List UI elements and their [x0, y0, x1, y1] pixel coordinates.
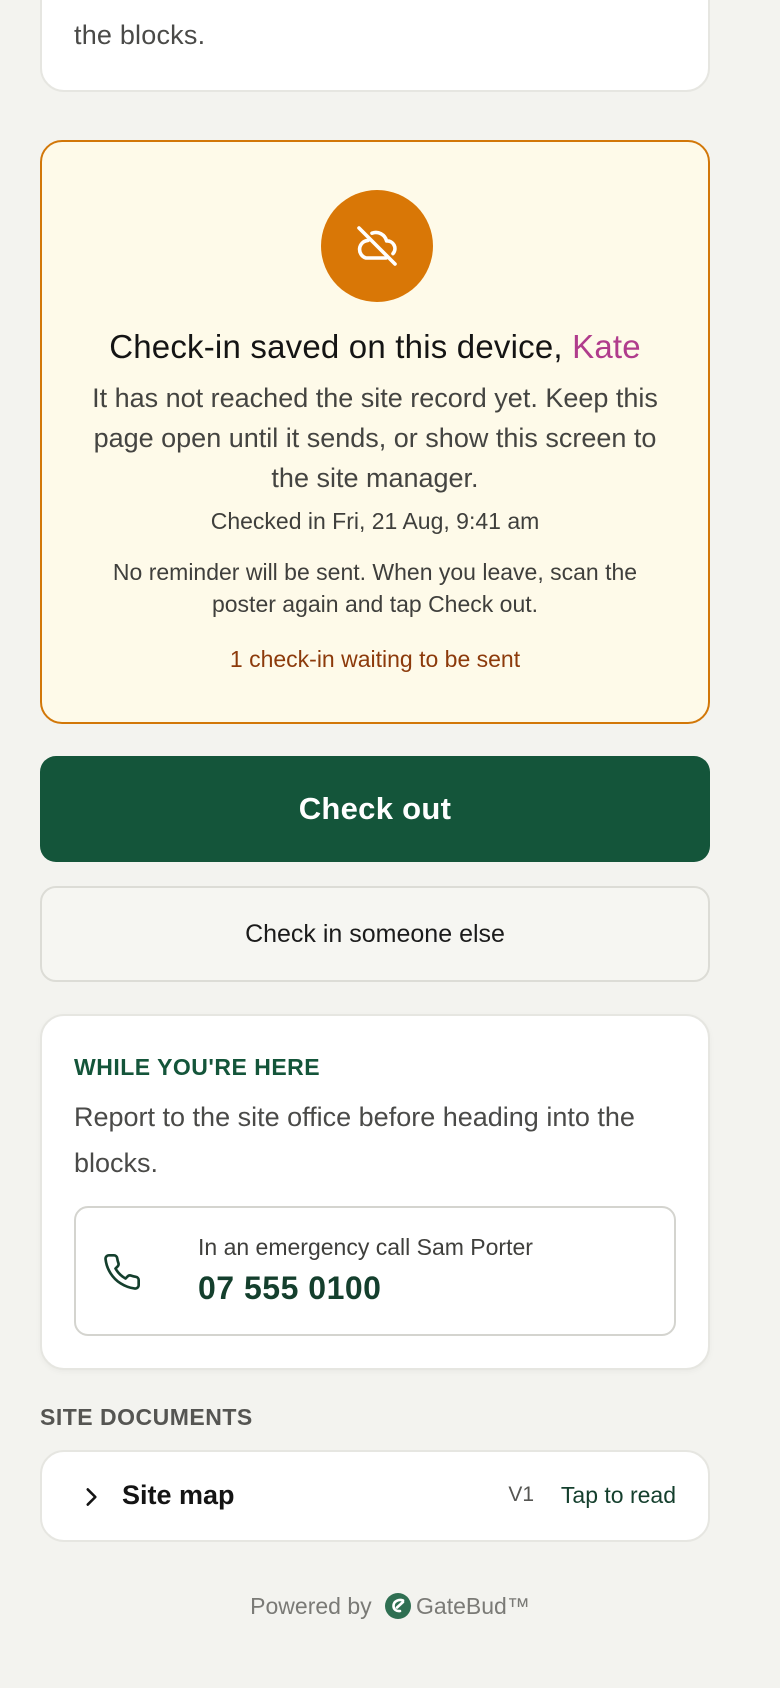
- offline-checkin-notice: Check-in saved on this device, Kate It h…: [40, 140, 710, 724]
- site-documents-heading: SITE DOCUMENTS: [40, 1404, 253, 1430]
- notice-headline: Check-in saved on this device, Kate: [42, 328, 708, 366]
- emergency-contact[interactable]: In an emergency call Sam Porter 07 555 0…: [74, 1206, 676, 1336]
- previous-info-card: the blocks.: [40, 0, 710, 92]
- check-out-button[interactable]: Check out: [40, 756, 710, 862]
- powered-by-footer: Powered by GateBud™: [0, 1592, 780, 1620]
- emergency-number[interactable]: 07 555 0100: [198, 1270, 381, 1307]
- notice-body: It has not reached the site record yet. …: [92, 383, 658, 493]
- while-here-heading: WHILE YOU'RE HERE: [74, 1054, 321, 1080]
- checkin-page: the blocks. Check-in saved on this devic…: [0, 0, 780, 1688]
- while-here-card: WHILE YOU'RE HERE Report to the site off…: [40, 1014, 710, 1370]
- queue-status: 1 check-in waiting to be sent: [229, 646, 521, 672]
- check-in-someone-else-button[interactable]: Check in someone else: [40, 886, 710, 982]
- brand-name: GateBud™: [416, 1593, 530, 1619]
- powered-by-label: Powered by: [250, 1593, 372, 1619]
- cloud-off-badge: [321, 190, 433, 302]
- chevron-right-icon: [86, 1488, 97, 1506]
- gatebud-logo-icon: [385, 1593, 412, 1619]
- previous-info-text: the blocks.: [74, 20, 206, 50]
- checked-in-time: Checked in Fri, 21 Aug, 9:41 am: [210, 508, 540, 534]
- document-version: V1: [508, 1483, 534, 1506]
- document-row-site-map[interactable]: Site map V1 Tap to read: [40, 1450, 710, 1542]
- cloud-off-icon: [357, 226, 397, 266]
- document-title: Site map: [122, 1480, 235, 1510]
- emergency-label: In an emergency call Sam Porter: [198, 1234, 533, 1260]
- reminder-text: No reminder will be sent. When you leave…: [112, 559, 638, 617]
- document-open-link[interactable]: Tap to read: [561, 1482, 676, 1509]
- phone-icon: [104, 1254, 141, 1290]
- while-here-text: Report to the site office before heading…: [74, 1102, 635, 1178]
- notice-headline-prefix: Check-in saved on this device,: [109, 328, 573, 365]
- visitor-name: Kate: [572, 328, 641, 365]
